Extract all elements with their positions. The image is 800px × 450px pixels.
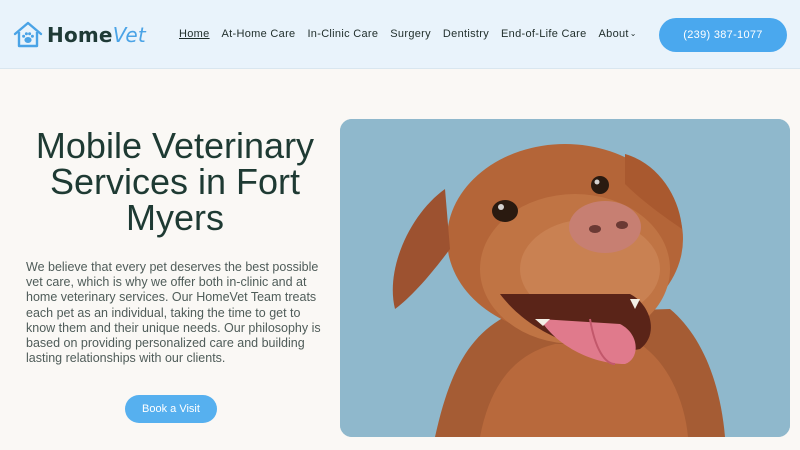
nav-item-surgery[interactable]: Surgery: [390, 28, 431, 40]
site-header: HomeVet Home At-Home Care In-Clinic Care…: [0, 0, 800, 69]
hero-dog-image: [340, 119, 790, 437]
nav-item-end-of-life-care[interactable]: End-of-Life Care: [501, 28, 587, 40]
logo[interactable]: HomeVet: [12, 20, 146, 50]
book-a-visit-button[interactable]: Book a Visit: [125, 395, 217, 423]
nav-item-home[interactable]: Home: [179, 28, 210, 40]
dog-illustration: [340, 119, 790, 437]
main-nav: Home At-Home Care In-Clinic Care Surgery…: [179, 28, 637, 40]
hero-description: We believe that every pet deserves the b…: [26, 260, 321, 366]
nav-item-in-clinic-care[interactable]: In-Clinic Care: [307, 28, 378, 40]
logo-text-home: Home: [47, 23, 113, 47]
nav-item-about[interactable]: About⌄: [599, 28, 637, 40]
hero-title: Mobile Veterinary Services in Fort Myers: [35, 125, 315, 238]
logo-text: HomeVet: [47, 20, 146, 50]
chevron-down-icon: ⌄: [629, 29, 637, 38]
nav-item-at-home-care[interactable]: At-Home Care: [222, 28, 296, 40]
logo-text-vet: Vet: [112, 23, 146, 47]
house-paw-icon: [13, 21, 43, 48]
nav-item-dentistry[interactable]: Dentistry: [443, 28, 489, 40]
phone-button[interactable]: (239) 387-1077: [659, 18, 787, 52]
nav-item-about-label: About: [598, 28, 629, 40]
